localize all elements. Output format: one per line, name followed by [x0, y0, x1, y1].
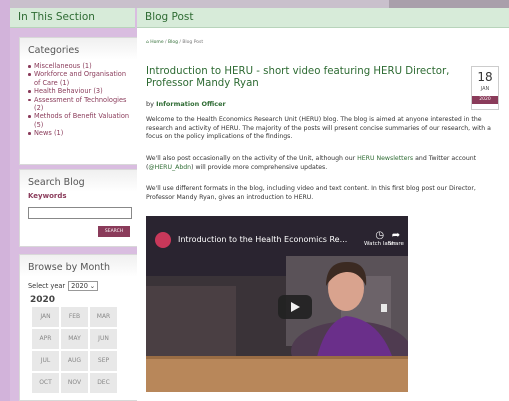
month-jan[interactable]: JAN: [32, 307, 59, 327]
category-link[interactable]: News: [34, 129, 52, 137]
post-paragraph-1: Welcome to the Health Economics Research…: [146, 116, 491, 141]
breadcrumb-home-icon[interactable]: ⌂: [146, 40, 149, 45]
month-may[interactable]: MAY: [61, 329, 88, 349]
category-count: (3): [93, 87, 103, 96]
keywords-input[interactable]: [28, 206, 132, 219]
month-grid: JAN FEB MAR APR MAY JUN JUL AUG SEP OCT …: [20, 305, 138, 393]
twitter-link[interactable]: @HERU_Abdn: [148, 164, 191, 171]
category-count: (2): [34, 104, 44, 113]
month-feb[interactable]: FEB: [61, 307, 88, 327]
main-content: Blog Post ⌂ Home / Blog / Blog Post Intr…: [137, 8, 509, 401]
section-title: In This Section: [10, 8, 135, 28]
post-date-day: 18: [477, 70, 493, 84]
category-item[interactable]: Miscellaneous (1): [28, 62, 131, 70]
year-select-row: Select year 2020 ⌄: [20, 277, 138, 291]
post-paragraph-3: We'll use different formats in the blog,…: [146, 185, 476, 201]
category-count: (1): [82, 62, 92, 70]
video-player[interactable]: Introduction to the Health Economics Re.…: [146, 216, 408, 392]
browser-top-bar-right: [389, 0, 509, 8]
month-jun[interactable]: JUN: [90, 329, 117, 349]
browse-widget: Browse by Month Select year 2020 ⌄ 2020 …: [19, 254, 139, 401]
year-select-value: 2020: [71, 282, 88, 290]
month-mar[interactable]: MAR: [90, 307, 117, 327]
year-select-label: Select year: [28, 282, 66, 290]
category-list: Miscellaneous (1) Workforce and Organisa…: [20, 60, 138, 144]
category-link[interactable]: Methods of Benefit Valuation: [34, 112, 129, 120]
month-dec[interactable]: DEC: [90, 373, 117, 393]
main-header: Blog Post: [137, 8, 509, 28]
channel-avatar[interactable]: [155, 232, 171, 248]
categories-title: Categories: [20, 38, 138, 60]
month-jul[interactable]: JUL: [32, 351, 59, 371]
month-aug[interactable]: AUG: [61, 351, 88, 371]
category-item[interactable]: Workforce and Organisation of Care (1): [28, 70, 131, 87]
keywords-label: Keywords: [28, 192, 67, 200]
category-item[interactable]: Health Behaviour (3): [28, 87, 131, 95]
category-link[interactable]: Workforce and Organisation of Care: [34, 70, 126, 86]
play-button[interactable]: [278, 295, 312, 319]
year-heading: 2020: [30, 295, 56, 305]
share-button[interactable]: ➦ Share: [388, 230, 404, 247]
breadcrumb-current: Blog Post: [182, 40, 204, 45]
month-nov[interactable]: NOV: [61, 373, 88, 393]
category-count: (5): [34, 120, 44, 129]
search-button[interactable]: SEARCH: [98, 226, 130, 237]
paragraph-text: We'll also post occasionally on the acti…: [146, 155, 358, 162]
month-apr[interactable]: APR: [32, 329, 59, 349]
search-widget: Search Blog Keywords SEARCH: [19, 169, 139, 247]
month-oct[interactable]: OCT: [32, 373, 59, 393]
category-item[interactable]: Assessment of Technologies (2): [28, 96, 131, 113]
category-count: (1): [59, 78, 70, 87]
byline-prefix: by: [146, 100, 154, 108]
year-select[interactable]: 2020 ⌄: [68, 281, 99, 291]
breadcrumb-blog[interactable]: Blog: [168, 40, 178, 45]
sidebar: In This Section Categories Miscellaneous…: [10, 8, 139, 401]
post-title: Introduction to HERU - short video featu…: [146, 66, 450, 89]
share-label: Share: [388, 241, 404, 247]
category-count: (1): [53, 129, 64, 138]
newsletters-link[interactable]: HERU Newsletters: [357, 155, 413, 162]
post-date: 18 JAN 2020: [471, 66, 499, 110]
category-link[interactable]: Health Behaviour: [34, 87, 91, 95]
browse-title: Browse by Month: [20, 255, 138, 277]
left-page-strip: [0, 0, 10, 401]
browser-top-bar: [0, 0, 509, 8]
category-link[interactable]: Miscellaneous: [34, 62, 80, 70]
paragraph-text: ) will provide more comprehensive update…: [191, 163, 328, 171]
breadcrumb-home[interactable]: Home: [150, 40, 163, 45]
post-paragraph-2: We'll also post occasionally on the acti…: [146, 155, 504, 172]
breadcrumb: ⌂ Home / Blog / Blog Post: [146, 40, 203, 45]
search-title: Search Blog: [20, 170, 138, 192]
post-byline: by Information Officer: [146, 100, 226, 108]
video-title[interactable]: Introduction to the Health Economics Re.…: [178, 235, 347, 244]
category-item[interactable]: News (1): [28, 129, 131, 137]
categories-widget: Categories Miscellaneous (1) Workforce a…: [19, 37, 139, 165]
author-link[interactable]: Information Officer: [156, 100, 226, 108]
category-item[interactable]: Methods of Benefit Valuation (5): [28, 112, 131, 129]
post-date-year: 2020: [472, 96, 498, 104]
month-sep[interactable]: SEP: [90, 351, 117, 371]
post-date-month: JAN: [480, 86, 490, 92]
category-link[interactable]: Assessment of Technologies: [34, 96, 126, 104]
chevron-down-icon: ⌄: [89, 282, 96, 290]
share-icon: ➦: [391, 230, 401, 241]
